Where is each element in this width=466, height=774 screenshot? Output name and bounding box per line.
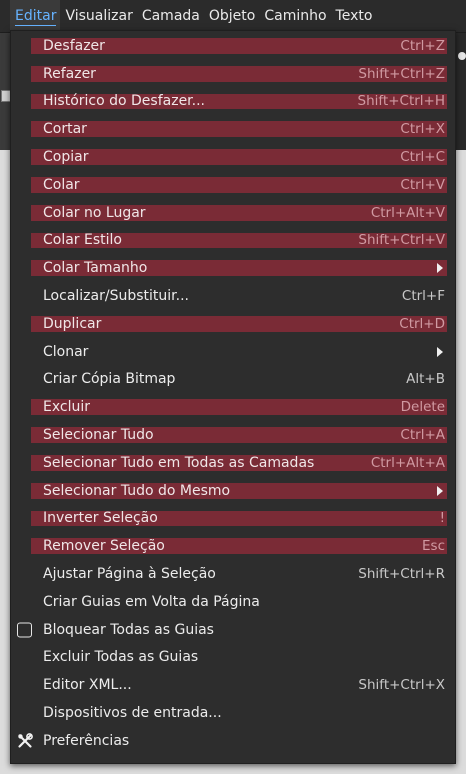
menu-item-clonar[interactable]: Clonar bbox=[11, 338, 455, 366]
menu-item-bloquear-todas-as-guias[interactable]: Bloquear Todas as Guias bbox=[11, 616, 455, 644]
menu-item-preferencias[interactable]: Preferências bbox=[11, 727, 455, 755]
menu-item-criar-copia-bitmap[interactable]: Criar Cópia Bitmap Alt+B bbox=[11, 366, 455, 394]
menu-item-shortcut: Ctrl+F bbox=[401, 288, 445, 305]
menubar: Editar Visualizar Camada Objeto Caminho … bbox=[0, 0, 466, 33]
menu-item-label: Selecionar Tudo bbox=[43, 427, 154, 444]
menu-item-shortcut: Ctrl+Z bbox=[400, 37, 445, 54]
menu-item-shortcut: Alt+B bbox=[406, 371, 445, 388]
menu-item-label: Dispositivos de entrada... bbox=[43, 705, 222, 722]
menu-item-localizar-substituir[interactable]: Localizar/Substituir... Ctrl+F bbox=[11, 282, 455, 310]
menu-item-label: Inverter Seleção bbox=[43, 510, 158, 527]
menu-item-label: Refazer bbox=[43, 65, 96, 82]
menu-item-label: Preferências bbox=[43, 732, 130, 749]
menubar-item-caminho[interactable]: Caminho bbox=[259, 0, 330, 32]
menu-item-ajustar-pagina-a-selecao[interactable]: Ajustar Página à Seleção Shift+Ctrl+R bbox=[11, 560, 455, 588]
menu-item-colar-estilo[interactable]: Colar Estilo Shift+Ctrl+V bbox=[11, 227, 455, 255]
menubar-item-label: Camada bbox=[141, 8, 200, 24]
menu-item-label: Localizar/Substituir... bbox=[43, 288, 189, 305]
menu-item-shortcut: Delete bbox=[400, 399, 445, 416]
menu-item-label: Duplicar bbox=[43, 315, 102, 332]
menubar-item-label: Caminho bbox=[264, 8, 327, 24]
menu-item-highlight bbox=[31, 121, 447, 138]
menu-item-copiar[interactable]: Copiar Ctrl+C bbox=[11, 143, 455, 171]
menubar-item-camada[interactable]: Camada bbox=[137, 0, 204, 32]
menu-item-label: Editor XML... bbox=[43, 677, 132, 694]
menu-item-label: Excluir Todas as Guias bbox=[43, 649, 199, 666]
menu-item-shortcut: Ctrl+D bbox=[399, 315, 445, 332]
menu-item-excluir-todas-as-guias[interactable]: Excluir Todas as Guias bbox=[11, 644, 455, 672]
menu-item-cortar[interactable]: Cortar Ctrl+X bbox=[11, 115, 455, 143]
submenu-arrow-icon bbox=[437, 485, 443, 496]
menu-item-selecionar-tudo-do-mesmo[interactable]: Selecionar Tudo do Mesmo bbox=[11, 477, 455, 505]
menu-item-criar-guias-em-volta-da-pagina[interactable]: Criar Guias em Volta da Página bbox=[11, 588, 455, 616]
menu-item-label: Excluir bbox=[43, 399, 90, 416]
menu-item-label: Colar Tamanho bbox=[43, 260, 148, 277]
menu-item-selecionar-tudo-em-todas-as-camadas[interactable]: Selecionar Tudo em Todas as Camadas Ctrl+… bbox=[11, 449, 455, 477]
menu-item-duplicar[interactable]: Duplicar Ctrl+D bbox=[11, 310, 455, 338]
menu-item-label: Criar Guias em Volta da Página bbox=[43, 593, 260, 610]
menu-item-highlight bbox=[31, 399, 447, 416]
menu-item-shortcut: Ctrl+Alt+V bbox=[370, 204, 445, 221]
submenu-arrow-icon bbox=[437, 263, 443, 274]
menu-item-colar-tamanho[interactable]: Colar Tamanho bbox=[11, 254, 455, 282]
menu-item-label: Selecionar Tudo em Todas as Camadas bbox=[43, 454, 315, 471]
menu-item-shortcut: Ctrl+C bbox=[400, 149, 445, 166]
menu-item-label: Colar bbox=[43, 176, 80, 193]
menu-item-colar[interactable]: Colar Ctrl+V bbox=[11, 171, 455, 199]
menu-item-label: Colar no Lugar bbox=[43, 204, 146, 221]
menu-item-label: Desfazer bbox=[43, 37, 105, 54]
menu-item-shortcut: ! bbox=[439, 510, 445, 527]
menubar-edge bbox=[0, 0, 10, 32]
preferences-tools-icon bbox=[17, 732, 33, 749]
menu-item-historico-do-desfazer[interactable]: Histórico do Desfazer... Shift+Ctrl+H bbox=[11, 88, 455, 116]
menu-item-shortcut: Ctrl+X bbox=[400, 121, 445, 138]
menu-item-shortcut: Ctrl+Alt+A bbox=[370, 454, 445, 471]
menubar-item-label: Visualizar bbox=[65, 8, 133, 24]
menu-item-shortcut: Shift+Ctrl+H bbox=[357, 93, 445, 110]
menu-item-label: Cortar bbox=[43, 121, 87, 138]
menu-item-shortcut: Shift+Ctrl+Z bbox=[358, 65, 445, 82]
menu-item-label: Criar Cópia Bitmap bbox=[43, 371, 176, 388]
menu-item-label: Remover Seleção bbox=[43, 538, 165, 555]
menu-item-excluir[interactable]: Excluir Delete bbox=[11, 393, 455, 421]
menu-item-highlight bbox=[31, 176, 447, 193]
menu-item-shortcut: Ctrl+A bbox=[400, 427, 445, 444]
menu-item-shortcut: Ctrl+V bbox=[400, 176, 445, 193]
menu-item-dispositivos-de-entrada[interactable]: Dispositivos de entrada... bbox=[11, 699, 455, 727]
edit-menu-dropdown: Desfazer Ctrl+Z Refazer Shift+Ctrl+Z Históri… bbox=[10, 30, 456, 764]
background-toolbar-right bbox=[455, 32, 466, 150]
background-indicator-icon bbox=[458, 52, 466, 60]
menu-item-shortcut: Shift+Ctrl+V bbox=[358, 232, 445, 249]
menu-item-remover-selecao[interactable]: Remover Seleção Esc bbox=[11, 532, 455, 560]
menu-item-refazer: Refazer Shift+Ctrl+Z bbox=[11, 60, 455, 88]
menubar-item-texto[interactable]: Texto bbox=[331, 0, 377, 32]
menubar-item-label: Texto bbox=[335, 8, 373, 24]
menu-item-label: Histórico do Desfazer... bbox=[43, 93, 206, 110]
menu-item-label: Clonar bbox=[43, 343, 89, 360]
menu-item-label: Colar Estilo bbox=[43, 232, 122, 249]
menu-item-shortcut: Shift+Ctrl+R bbox=[358, 566, 445, 583]
menu-item-label: Selecionar Tudo do Mesmo bbox=[43, 482, 231, 499]
menubar-item-label: Editar bbox=[15, 8, 57, 26]
menubar-item-objeto[interactable]: Objeto bbox=[204, 0, 259, 32]
menu-item-label: Copiar bbox=[43, 149, 89, 166]
submenu-arrow-icon bbox=[437, 346, 443, 357]
menu-item-shortcut: Shift+Ctrl+X bbox=[358, 677, 445, 694]
menu-item-label: Bloquear Todas as Guias bbox=[43, 621, 214, 638]
menu-item-selecionar-tudo[interactable]: Selecionar Tudo Ctrl+A bbox=[11, 421, 455, 449]
checkbox-icon[interactable] bbox=[17, 622, 32, 638]
menu-item-desfazer: Desfazer Ctrl+Z bbox=[11, 32, 455, 60]
menu-item-highlight bbox=[31, 149, 447, 165]
menubar-item-visualizar[interactable]: Visualizar bbox=[60, 0, 136, 32]
menubar-item-editar[interactable]: Editar bbox=[10, 0, 61, 32]
menu-item-inverter-selecao[interactable]: Inverter Seleção! bbox=[11, 505, 455, 533]
menu-item-label: Ajustar Página à Seleção bbox=[43, 566, 216, 583]
menu-item-shortcut: Esc bbox=[422, 538, 445, 555]
menu-item-colar-no-lugar[interactable]: Colar no Lugar Ctrl+Alt+V bbox=[11, 199, 455, 227]
menu-item-editor-xml[interactable]: Editor XML... Shift+Ctrl+X bbox=[11, 671, 455, 699]
menubar-item-label: Objeto bbox=[208, 8, 256, 24]
